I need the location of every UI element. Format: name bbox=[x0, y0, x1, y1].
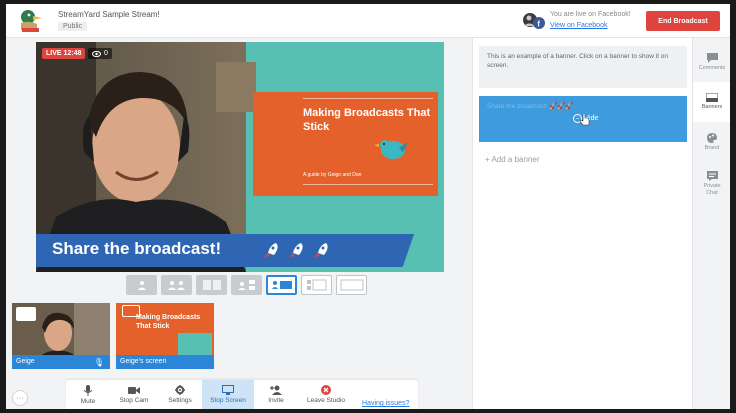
invite-button[interactable]: Invite bbox=[254, 380, 298, 409]
live-timer-badge: LIVE 12:48 bbox=[42, 48, 86, 59]
settings-button[interactable]: Settings bbox=[158, 380, 202, 409]
layout-leader-button[interactable] bbox=[196, 275, 227, 295]
banner-item-example[interactable]: This is an example of a banner. Click on… bbox=[479, 46, 687, 88]
svg-text:f: f bbox=[537, 20, 540, 29]
people-side-icon bbox=[237, 280, 255, 290]
stage-banner: Share the broadcast! bbox=[36, 234, 414, 267]
mute-label: Mute bbox=[80, 397, 96, 405]
leave-studio-label: Leave Studio bbox=[307, 397, 345, 404]
stage-banner-text: Share the broadcast! bbox=[52, 239, 222, 258]
stop-cam-label: Stop Cam bbox=[119, 396, 149, 404]
layout-selector bbox=[126, 275, 367, 295]
tab-banners[interactable]: Banners bbox=[693, 82, 730, 122]
view-on-facebook-link[interactable]: View on Facebook bbox=[550, 22, 607, 29]
facebook-destination-icon: f bbox=[523, 13, 545, 29]
thumbnail-label: Geige's screen bbox=[116, 355, 214, 369]
screen-preview-title: Making Broadcasts That Stick bbox=[136, 314, 201, 330]
active-banner-text: Share the broadcast! 🚀🚀🚀 bbox=[487, 103, 574, 110]
banner-icon bbox=[706, 93, 718, 102]
having-issues-link[interactable]: Having issues? bbox=[362, 400, 409, 407]
people-grid-icon bbox=[202, 280, 221, 290]
viewer-count-value: 0 bbox=[104, 50, 108, 57]
tab-private-chat-label: Private Chat bbox=[703, 183, 721, 196]
palette-icon bbox=[707, 132, 717, 143]
mute-button[interactable]: Mute bbox=[66, 380, 110, 409]
person-icon bbox=[137, 281, 146, 290]
layout-screen-share-button[interactable] bbox=[266, 275, 297, 295]
stop-cam-button[interactable]: Stop Cam bbox=[110, 380, 158, 409]
screen-with-people-icon bbox=[306, 279, 326, 291]
overlay-divider-bottom bbox=[303, 184, 433, 185]
broadcast-stage: LIVE 12:48 0 Making Broadcasts That Stic… bbox=[36, 42, 444, 272]
tab-comments[interactable]: Comments bbox=[693, 42, 730, 82]
two-people-icon bbox=[167, 281, 185, 290]
gear-icon bbox=[175, 385, 185, 395]
mic-icon: 🎙 bbox=[93, 358, 104, 367]
participant-thumbnail-screen[interactable]: Making Broadcasts That Stick Geige's scr… bbox=[116, 303, 214, 369]
layout-group-button[interactable] bbox=[161, 275, 192, 295]
mic-icon bbox=[84, 384, 92, 396]
person-screen-icon bbox=[271, 281, 292, 289]
tab-brand[interactable]: Brand bbox=[693, 122, 730, 162]
layout-fullscreen-button[interactable] bbox=[336, 275, 367, 295]
end-broadcast-button[interactable]: End Broadcast bbox=[646, 11, 720, 31]
layout-pip-button[interactable] bbox=[301, 275, 332, 295]
tab-brand-label: Brand bbox=[704, 144, 720, 151]
screen-icon bbox=[222, 385, 234, 395]
side-tabs: Comments Banners Brand Private Chat bbox=[692, 38, 730, 409]
stop-screen-button[interactable]: Stop Screen bbox=[202, 380, 254, 409]
app-window: StreamYard Sample Stream! Public f You a… bbox=[6, 4, 730, 409]
chat-icon bbox=[706, 171, 718, 181]
mouse-cursor-icon bbox=[580, 114, 590, 126]
camera-icon bbox=[128, 386, 140, 394]
tab-banners-label: Banners bbox=[701, 104, 723, 110]
layout-solo-button[interactable] bbox=[126, 275, 157, 295]
tab-private-chat[interactable]: Private Chat bbox=[693, 162, 730, 206]
screen-preview-accent bbox=[178, 333, 212, 355]
live-status-text: You are live on Facebook! bbox=[550, 11, 631, 18]
participant-thumbnail-geige[interactable]: Geige 🎙 bbox=[12, 303, 110, 369]
settings-label: Settings bbox=[168, 397, 192, 404]
bird-icon bbox=[374, 140, 408, 159]
camera-off-icon[interactable] bbox=[16, 307, 36, 321]
top-bar: StreamYard Sample Stream! Public f You a… bbox=[6, 4, 730, 38]
overlay-subtitle: A guide by Geige and Dan bbox=[303, 172, 362, 178]
rocket-icons bbox=[264, 243, 328, 257]
overlay-divider-top bbox=[303, 98, 433, 99]
duck-logo-icon bbox=[21, 10, 42, 32]
stop-screen-label: Stop Screen bbox=[210, 397, 246, 404]
invite-label: Invite bbox=[268, 397, 284, 404]
fullscreen-icon bbox=[340, 279, 363, 291]
banners-panel: This is an example of a banner. Click on… bbox=[472, 38, 692, 409]
viewer-count: 0 bbox=[88, 48, 112, 59]
more-options-button[interactable]: ··· bbox=[12, 390, 28, 406]
add-user-icon bbox=[269, 385, 282, 395]
add-banner-button[interactable]: + Add a banner bbox=[485, 155, 540, 164]
leave-studio-button[interactable]: Leave Studio bbox=[298, 380, 354, 409]
eye-icon bbox=[92, 50, 101, 57]
layout-side-button[interactable] bbox=[231, 275, 262, 295]
tab-comments-label: Comments bbox=[698, 64, 726, 71]
broadcast-title[interactable]: StreamYard Sample Stream! bbox=[58, 10, 160, 19]
comment-icon bbox=[706, 52, 718, 63]
leave-icon bbox=[321, 385, 331, 395]
screen-share-overlay: Making Broadcasts That Stick A guide by … bbox=[253, 92, 438, 196]
privacy-badge: Public bbox=[58, 22, 88, 31]
overlay-title: Making Broadcasts That Stick bbox=[303, 107, 431, 133]
screen-preview: Making Broadcasts That Stick bbox=[116, 303, 214, 355]
